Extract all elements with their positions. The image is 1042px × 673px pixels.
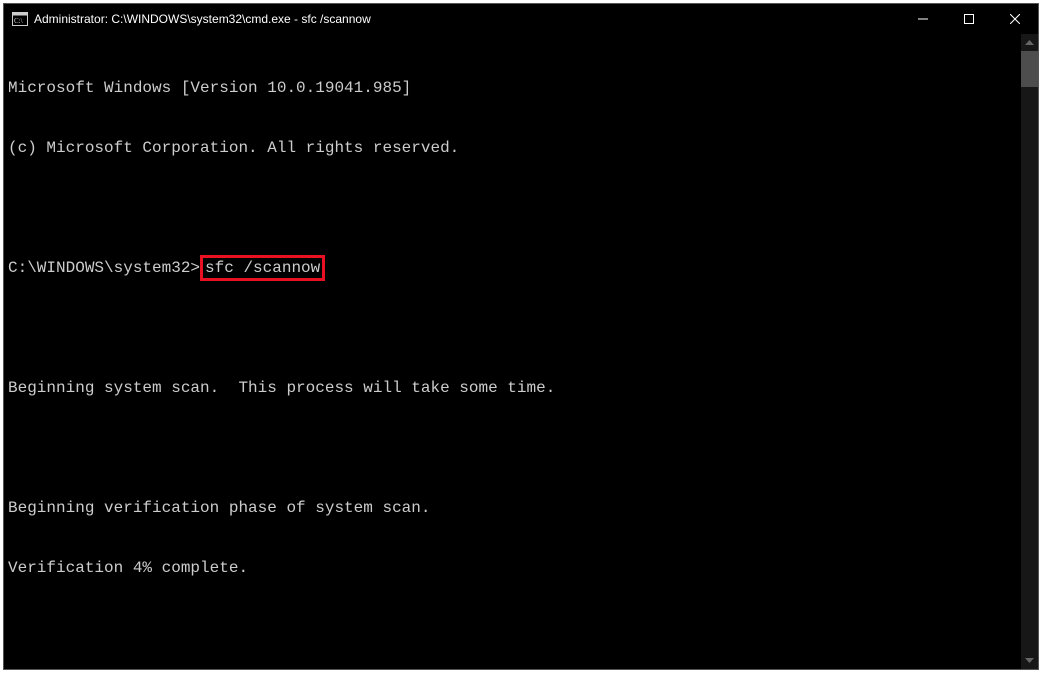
terminal-line: Verification 4% complete. (8, 558, 1021, 578)
terminal-line: Beginning verification phase of system s… (8, 498, 1021, 518)
scroll-down-button[interactable] (1021, 652, 1038, 669)
vertical-scrollbar[interactable] (1021, 34, 1038, 669)
terminal-line: Microsoft Windows [Version 10.0.19041.98… (8, 78, 1021, 98)
terminal-blank (8, 198, 1021, 218)
content-area: Microsoft Windows [Version 10.0.19041.98… (4, 34, 1038, 669)
prompt-text: C:\WINDOWS\system32> (8, 258, 200, 278)
terminal-blank (8, 438, 1021, 458)
minimize-button[interactable] (900, 4, 946, 34)
window-controls (900, 4, 1038, 34)
terminal-line: Beginning system scan. This process will… (8, 378, 1021, 398)
scroll-thumb[interactable] (1021, 51, 1038, 87)
svg-text:C:\: C:\ (14, 17, 23, 25)
close-button[interactable] (992, 4, 1038, 34)
command-highlight: sfc /scannow (200, 255, 325, 281)
scroll-up-button[interactable] (1021, 34, 1038, 51)
terminal-output[interactable]: Microsoft Windows [Version 10.0.19041.98… (4, 34, 1021, 669)
terminal-blank (8, 318, 1021, 338)
prompt-line: C:\WINDOWS\system32>sfc /scannow (8, 258, 1021, 278)
titlebar[interactable]: C:\ Administrator: C:\WINDOWS\system32\c… (4, 4, 1038, 34)
maximize-button[interactable] (946, 4, 992, 34)
cmd-icon: C:\ (12, 11, 28, 27)
cmd-window: C:\ Administrator: C:\WINDOWS\system32\c… (3, 3, 1039, 670)
window-title: Administrator: C:\WINDOWS\system32\cmd.e… (34, 12, 900, 26)
terminal-line: (c) Microsoft Corporation. All rights re… (8, 138, 1021, 158)
